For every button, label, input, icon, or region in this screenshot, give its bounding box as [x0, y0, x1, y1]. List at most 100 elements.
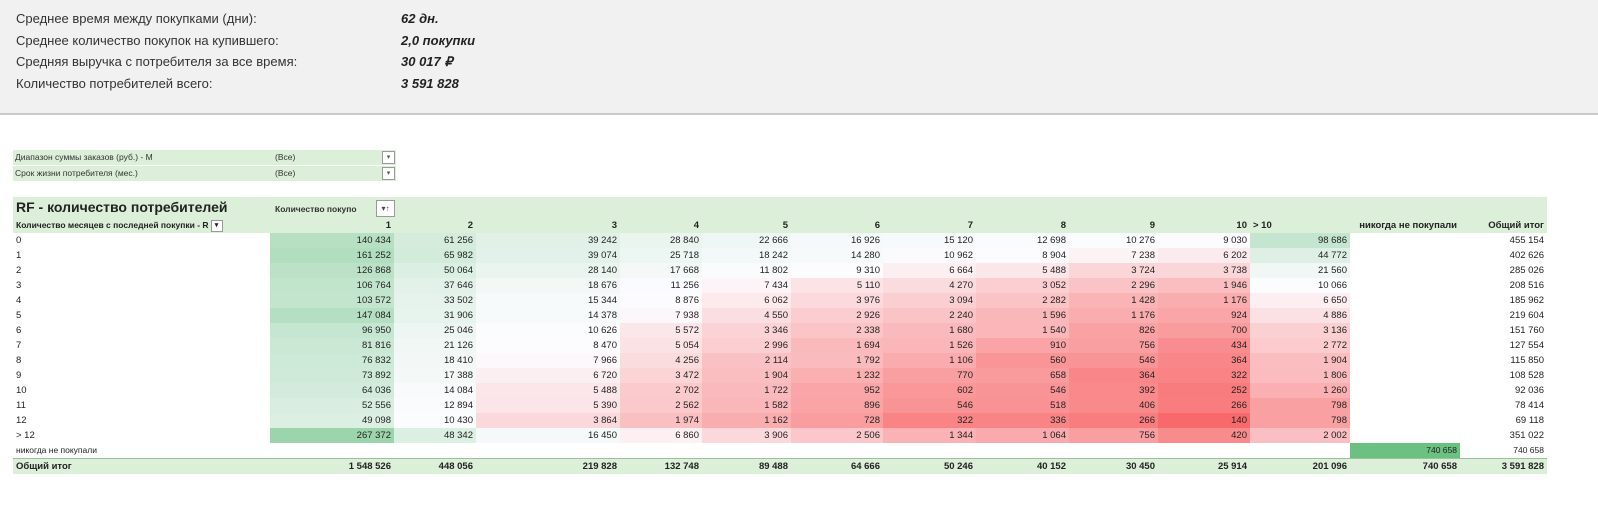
- table-cell: 3 906: [702, 428, 791, 443]
- table-cell: [620, 443, 702, 459]
- table-cell: 18 410: [394, 353, 476, 368]
- row-label: 4: [16, 295, 22, 306]
- table-cell: 4 256: [620, 353, 702, 368]
- table-cell: 208 516: [1509, 280, 1544, 291]
- column-header: Общий итог: [1460, 218, 1547, 233]
- table-row: > 12 267 372 48 342 16 450 6 860 3 906 2 506 1 …: [13, 428, 1547, 443]
- table-cell: 76 832: [270, 353, 394, 368]
- grand-total-cell: 219 828: [476, 458, 620, 474]
- summary-value: 62 дн.: [401, 11, 439, 26]
- dropdown-arrow-icon[interactable]: ▾: [382, 167, 395, 180]
- grand-total-cell: 89 488: [702, 458, 791, 474]
- table-cell: 10 430: [394, 413, 476, 428]
- table-row: 10 64 036 14 084 5 488 2 702 1 722 952 602 546 39…: [13, 383, 1547, 398]
- table-cell: 22 666: [702, 233, 791, 248]
- table-cell: [1350, 263, 1460, 278]
- table-row: 9 73 892 17 388 6 720 3 472 1 904 1 232 770 658 3…: [13, 368, 1547, 383]
- table-cell: 3 976: [791, 293, 883, 308]
- table-cell: 1 064: [976, 428, 1069, 443]
- filter-icon[interactable]: ▾: [210, 219, 223, 232]
- table-cell: 3 472: [620, 368, 702, 383]
- table-cell: 126 868: [270, 263, 394, 278]
- summary-value: 30 017 ₽: [401, 54, 453, 69]
- table-cell: 106 764: [270, 278, 394, 293]
- column-header: 4: [620, 218, 702, 233]
- table-cell: 740 658: [1513, 445, 1544, 455]
- table-cell: 1 582: [702, 398, 791, 413]
- table-cell: 3 094: [883, 293, 976, 308]
- table-cell: 826: [1069, 323, 1158, 338]
- table-cell: 96 950: [270, 323, 394, 338]
- table-cell: 560: [976, 353, 1069, 368]
- table-cell: 185 962: [1509, 295, 1544, 306]
- table-cell: 21 126: [394, 338, 476, 353]
- table-cell: 16 926: [791, 233, 883, 248]
- table-cell: 103 572: [270, 293, 394, 308]
- table-cell: [1350, 383, 1460, 398]
- table-cell: 7 938: [620, 308, 702, 323]
- sort-filter-icon[interactable]: ▾↑: [376, 200, 395, 217]
- table-cell: 336: [976, 413, 1069, 428]
- table-cell: 12 698: [976, 233, 1069, 248]
- grand-total-label: Общий итог: [13, 458, 270, 474]
- table-cell: 1 162: [702, 413, 791, 428]
- table-cell: 1 792: [791, 353, 883, 368]
- filter-row-amount: Диапазон суммы заказов (руб.) - M (Все) …: [13, 150, 396, 166]
- table-cell: [702, 443, 791, 459]
- table-cell: 16 450: [476, 428, 620, 443]
- table-cell: 15 344: [476, 293, 620, 308]
- table-cell: 10 626: [476, 323, 620, 338]
- table-cell: 910: [976, 338, 1069, 353]
- pivot-title: RF - количество потребителей: [16, 199, 228, 215]
- table-row: 11 52 556 12 894 5 390 2 562 1 582 896 546 518 40…: [13, 398, 1547, 413]
- table-cell: 351 022: [1509, 430, 1544, 441]
- table-cell: 1 176: [1158, 293, 1250, 308]
- table-cell: 50 064: [394, 263, 476, 278]
- table-cell: 11 802: [702, 263, 791, 278]
- grand-total-cell: 25 914: [1158, 458, 1250, 474]
- table-cell: 252: [1158, 383, 1250, 398]
- table-cell: 6 650: [1250, 293, 1350, 308]
- row-label: 0: [16, 235, 22, 246]
- dropdown-arrow-icon[interactable]: ▾: [382, 151, 395, 164]
- table-cell: 33 502: [394, 293, 476, 308]
- table-cell: 2 996: [702, 338, 791, 353]
- table-row: 0 140 434 61 256 39 242 28 840 22 666 16 926 15…: [13, 233, 1547, 248]
- table-row: 6 96 950 25 046 10 626 5 572 3 346 2 338 1 680 1…: [13, 323, 1547, 338]
- table-cell: 1 540: [976, 323, 1069, 338]
- table-cell: 2 240: [883, 308, 976, 323]
- table-row: 7 81 816 21 126 8 470 5 054 2 996 1 694 1 526 91…: [13, 338, 1547, 353]
- table-cell: 420: [1158, 428, 1250, 443]
- table-cell: 8 470: [476, 338, 620, 353]
- table-cell: 4 886: [1250, 308, 1350, 323]
- grand-total-cell: 64 666: [791, 458, 883, 474]
- table-cell: 1 904: [1250, 353, 1350, 368]
- summary-panel: Среднее время между покупками (дни): 62 …: [0, 0, 1598, 115]
- table-cell: 4 550: [702, 308, 791, 323]
- row-label: никогда не покупали: [16, 445, 97, 455]
- table-cell: 1 176: [1069, 308, 1158, 323]
- table-cell: 1 974: [620, 413, 702, 428]
- table-cell: 1 946: [1158, 278, 1250, 293]
- grand-total-cell: 740 658: [1350, 458, 1460, 474]
- table-cell: 64 036: [270, 383, 394, 398]
- table-cell: 518: [976, 398, 1069, 413]
- table-cell: 3 346: [702, 323, 791, 338]
- table-cell: 18 242: [702, 248, 791, 263]
- table-cell: [976, 443, 1069, 459]
- table-cell: 1 596: [976, 308, 1069, 323]
- table-cell: 140: [1158, 413, 1250, 428]
- table-cell: 322: [1158, 368, 1250, 383]
- table-cell: 69 118: [1515, 415, 1544, 426]
- table-cell: 740 658: [1350, 443, 1460, 459]
- table-row: никогда не покупали 740 658 740 658: [13, 443, 1547, 459]
- pivot-grid: Количество месяцев с последней покупки -…: [13, 218, 1547, 474]
- table-row: 5 147 084 31 906 14 378 7 938 4 550 2 926 2 240…: [13, 308, 1547, 323]
- table-cell: 1 344: [883, 428, 976, 443]
- table-cell: 2 002: [1250, 428, 1350, 443]
- table-cell: 8 904: [976, 248, 1069, 263]
- table-cell: 798: [1250, 413, 1350, 428]
- row-label: 2: [16, 265, 22, 276]
- row-label: 9: [16, 370, 22, 381]
- table-cell: 65 982: [394, 248, 476, 263]
